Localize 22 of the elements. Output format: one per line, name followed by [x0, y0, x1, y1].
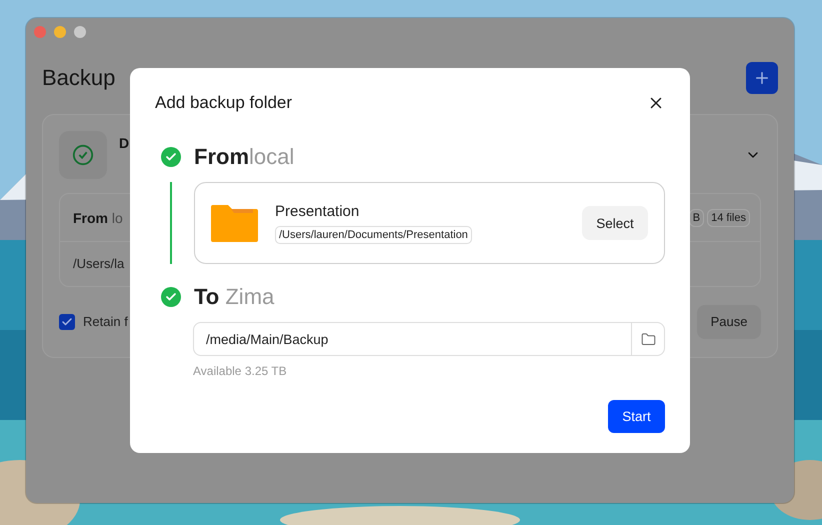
page-title: Backup: [42, 65, 116, 91]
available-space: Available 3.25 TB: [193, 364, 287, 378]
destination-input[interactable]: /media/Main/Backup: [193, 322, 665, 356]
destination-field[interactable]: /media/Main/Backup: [194, 332, 631, 346]
step-title: Fromlocal: [194, 144, 294, 170]
source-label: From lo: [73, 210, 123, 226]
folder-name: Presentation: [275, 202, 360, 220]
task-name: D: [119, 135, 130, 151]
check-icon: [61, 316, 73, 328]
source-path: /Users/la: [72, 255, 126, 274]
info-badge: 14 files: [707, 208, 750, 227]
plus-icon: [753, 69, 771, 87]
checkbox[interactable]: [59, 314, 75, 330]
start-button[interactable]: Start: [608, 400, 665, 433]
folder-icon: [211, 204, 258, 242]
select-button[interactable]: Select: [582, 206, 648, 240]
folder-path: /Users/lauren/Documents/Presentation: [275, 226, 472, 244]
dialog-title: Add backup folder: [155, 93, 292, 113]
checkbox-label: Retain f: [83, 314, 128, 330]
pause-button[interactable]: Pause: [697, 304, 761, 339]
add-button[interactable]: [746, 62, 778, 94]
step-title: To Zima: [194, 284, 274, 310]
